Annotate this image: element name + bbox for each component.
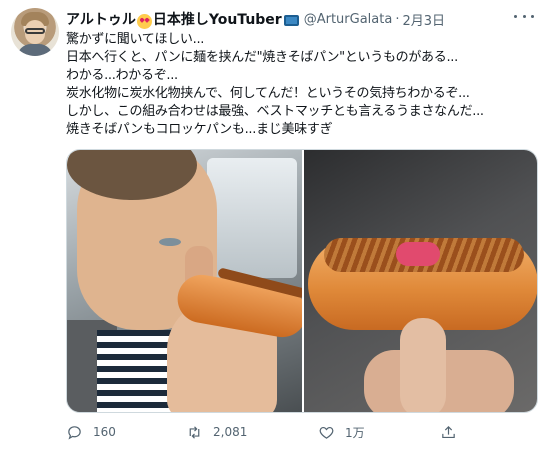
more-dot [514, 14, 517, 18]
media-grid [66, 149, 538, 413]
action-bar: 160 2,081 1万 [66, 420, 496, 444]
like-button[interactable]: 1万 [318, 420, 365, 444]
more-icon[interactable] [514, 8, 534, 24]
photo-yakisoba-bread-closeup[interactable] [304, 150, 537, 412]
heart-icon [319, 426, 334, 439]
television-emoji-icon [283, 14, 299, 26]
reply-count: 160 [93, 425, 116, 439]
tweet-header: アルトゥル 日本推しYouTuber @ArturGalata · 2月3日 [66, 8, 445, 30]
retweet-count: 2,081 [213, 425, 248, 439]
car-window [207, 158, 297, 278]
avatar-glasses [25, 28, 45, 34]
photo-man-eating-bread[interactable] [67, 150, 302, 412]
eye [159, 238, 181, 246]
user-handle[interactable]: @ArturGalata [304, 12, 393, 27]
share-icon [442, 425, 455, 438]
tweet-date[interactable]: 2月3日 [402, 10, 445, 29]
tweet-line: 炭水化物に炭水化物挟んで、何してんだ！というその気持ちわかるぞ... [66, 86, 470, 101]
tweet-line: 焼きそばパンもコロッケパンも...まじ美味すぎ [66, 122, 333, 137]
display-name-part2[interactable]: 日本推しYouTuber [153, 9, 282, 29]
tweet-text: 驚かずに聞いてほしい... 日本へ行くと、パンに麺を挟んだ"焼きそばパン"という… [66, 31, 536, 139]
avatar[interactable] [11, 8, 59, 56]
like-count: 1万 [345, 425, 365, 440]
more-dot [522, 14, 526, 18]
more-dot [531, 14, 534, 18]
tweet[interactable]: アルトゥル 日本推しYouTuber @ArturGalata · 2月3日 驚… [0, 0, 550, 451]
pickled-ginger [396, 242, 440, 266]
share-button[interactable] [440, 420, 467, 444]
retweet-button[interactable]: 2,081 [186, 420, 247, 444]
avatar-shirt [17, 44, 53, 56]
display-name-part1[interactable]: アルトゥル [66, 9, 136, 29]
reply-button[interactable]: 160 [66, 420, 116, 444]
thumb [400, 318, 446, 412]
reply-icon [68, 425, 81, 439]
retweet-icon [189, 425, 200, 439]
tweet-line: しかし、この組み合わせは最強、ベストマッチとも言えるうまさなんだ... [66, 104, 484, 119]
tweet-line: 驚かずに聞いてほしい... [66, 32, 205, 47]
header-separator: · [395, 11, 400, 27]
tweet-line: わかる...わかるぞ... [66, 68, 178, 83]
tweet-line: 日本へ行くと、パンに麺を挟んだ"焼きそばパン"というものがある... [66, 50, 458, 65]
heart-eyes-emoji-icon [136, 13, 152, 29]
